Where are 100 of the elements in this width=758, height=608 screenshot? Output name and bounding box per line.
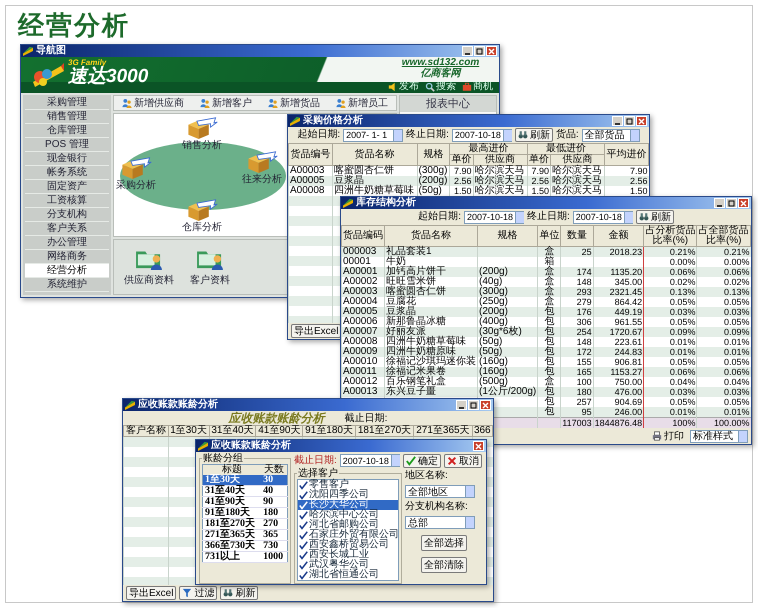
field-label: 货品: [556, 129, 579, 141]
list-row[interactable]: 731以上 1000 [202, 552, 288, 562]
diagram-node[interactable]: 仓库分析 [182, 198, 222, 233]
list-row[interactable]: 31至40天 40 [202, 486, 288, 496]
sidebar-item[interactable]: 分支机构 [25, 208, 109, 222]
sidebar-item[interactable]: 销售管理 [25, 110, 109, 124]
refresh-button[interactable]: 刷新 [514, 128, 553, 142]
shortcut-button[interactable]: 客户资料 [190, 246, 230, 288]
sidebar-item[interactable]: 帐务系统 [25, 166, 109, 180]
sidebar-item[interactable]: 客户关系 [25, 222, 109, 236]
export-button[interactable]: 导出Excel [291, 324, 342, 338]
website-link[interactable]: www.sd132.com [402, 57, 480, 68]
table-cell: 0.03% [696, 307, 750, 317]
maximize-button[interactable] [624, 116, 635, 126]
list-row[interactable]: 1至30天 30 [202, 475, 288, 486]
list-item[interactable]: 武汉粤华公司 [298, 560, 398, 570]
table-cell: 270 [261, 518, 288, 530]
list-item[interactable]: 哈尔滨中心公司 [298, 510, 398, 520]
column-header: 供应商 [550, 154, 605, 166]
app-icon [343, 198, 353, 208]
diagram-node[interactable]: 采购分析 [116, 156, 156, 191]
checkbox[interactable] [299, 550, 308, 560]
close-button[interactable] [738, 198, 749, 208]
checkbox[interactable] [299, 540, 308, 550]
brand-name: 速达3000 [68, 67, 148, 86]
close-icon [482, 402, 489, 408]
date-field[interactable]: 2007-10-18 [452, 128, 512, 142]
minimize-button[interactable] [456, 400, 467, 410]
header-link[interactable]: 搜索 [425, 81, 456, 92]
maximize-button[interactable] [474, 46, 485, 56]
table-cell: 东兴豆子畺 [384, 387, 478, 397]
checkbox[interactable] [299, 490, 308, 500]
diagram-node[interactable]: 往来分析 [242, 150, 282, 185]
header-link[interactable]: 发布 [388, 81, 419, 92]
toolbar-button[interactable]: 刷新 [220, 586, 258, 600]
close-icon [446, 456, 457, 466]
sidebar-item[interactable]: POS 管理 [25, 138, 109, 152]
list-row[interactable]: 366至730天 730 [202, 540, 288, 552]
close-button[interactable] [473, 441, 484, 451]
date-field[interactable]: 2007-10-18 [464, 210, 524, 224]
maximize-button[interactable] [726, 198, 737, 208]
list-item[interactable]: 河北省邮购公司 [298, 520, 398, 530]
list-row[interactable]: 271至365天 365 [202, 530, 288, 540]
table-cell: 174 [560, 267, 594, 277]
close-button[interactable] [480, 400, 491, 410]
minimize-button[interactable] [612, 116, 623, 126]
sidebar-item[interactable]: 固定资产 [25, 180, 109, 194]
sidebar-item[interactable]: 仓库管理 [25, 124, 109, 138]
select-all-button[interactable]: 全部选择 [421, 535, 467, 551]
cancel-button[interactable]: 取消 [444, 454, 482, 468]
list-row[interactable]: 181至270天 270 [202, 518, 288, 530]
sidebar-item[interactable]: 现金银行 [25, 152, 109, 166]
toolbar-button[interactable]: 新增客户 [200, 96, 252, 110]
list-row[interactable]: 41至90天 90 [202, 496, 288, 508]
sidebar-item[interactable]: 采购管理 [25, 96, 109, 110]
dropdown[interactable]: 全部货品 [582, 128, 640, 142]
toolbar-button[interactable]: 导出Excel [126, 586, 176, 600]
list-item[interactable]: 沈阳四季公司 [298, 490, 398, 500]
checkbox[interactable] [299, 570, 308, 580]
field-label: 起始日期: [297, 129, 340, 141]
diagram-node[interactable]: 销售分析 [182, 116, 222, 151]
refresh-button[interactable]: 刷新 [636, 210, 674, 224]
list-item[interactable]: 湖北省恒通公司 [298, 570, 398, 580]
table-cell: 244.83 [593, 347, 644, 357]
list-item[interactable]: 零售客户 [298, 480, 398, 490]
list-row[interactable]: 91至180天 180 [202, 508, 288, 518]
sidebar-item[interactable]: 工资核算 [25, 194, 109, 208]
toolbar-button[interactable]: 过滤 [179, 586, 218, 600]
shortcut-button[interactable]: 供应商资料 [124, 246, 174, 288]
sidebar-item[interactable]: 办公管理 [25, 236, 109, 250]
checkbox[interactable] [299, 520, 308, 530]
date-field[interactable]: 2007-10-18 [340, 454, 400, 467]
print-button[interactable]: 打印 [649, 429, 687, 443]
sidebar-item[interactable]: 经营分析 [25, 264, 109, 278]
toolbar-button[interactable]: 新增员工 [336, 96, 388, 110]
sidebar-item[interactable]: 系统维护 [25, 278, 109, 292]
checkbox[interactable] [299, 510, 308, 520]
header-link[interactable]: 商机 [462, 81, 493, 92]
toolbar-button[interactable]: 新增供应商 [122, 96, 184, 110]
minimize-button[interactable] [714, 198, 725, 208]
dropdown[interactable]: 总部 [405, 516, 475, 529]
dropdown[interactable]: 全部地区 [405, 485, 475, 498]
close-button[interactable] [486, 46, 497, 56]
table-cell: 1至30天 [202, 475, 262, 486]
ok-button[interactable]: 确定 [402, 454, 441, 468]
checkbox[interactable] [299, 480, 308, 490]
toolbar-button[interactable]: 新增货品 [268, 96, 320, 110]
list-item[interactable]: 西安长城工业 [298, 550, 398, 560]
checkbox[interactable] [299, 530, 308, 540]
search-icon [425, 82, 435, 92]
date-field[interactable]: 2007- 1- 1 [343, 128, 404, 142]
minimize-button[interactable] [462, 46, 473, 56]
checkbox[interactable] [299, 560, 308, 570]
clear-all-button[interactable]: 全部清除 [421, 557, 467, 573]
list-item[interactable]: 西安鑫桥贸易公司 [298, 540, 398, 550]
close-button[interactable] [636, 116, 647, 126]
item-label: 河北省邮购公司 [309, 520, 379, 530]
date-field[interactable]: 2007-10-18 [572, 210, 633, 224]
maximize-button[interactable] [468, 400, 479, 410]
dropdown[interactable]: 标准样式 [690, 430, 748, 442]
